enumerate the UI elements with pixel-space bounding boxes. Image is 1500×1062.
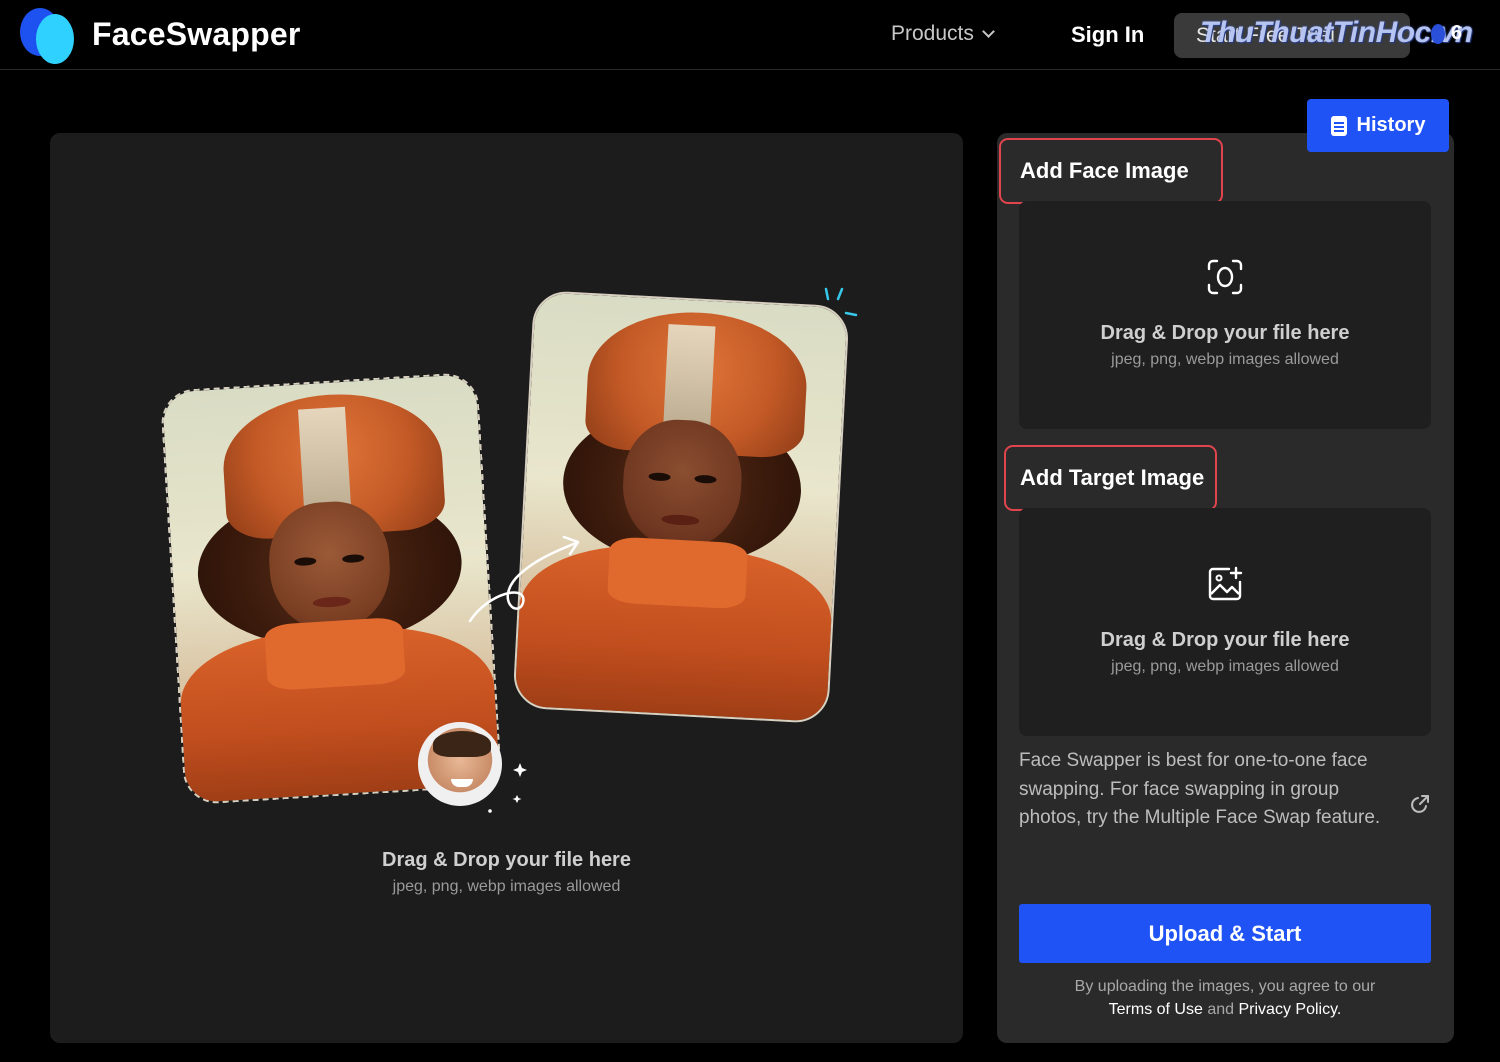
add-image-icon <box>1208 566 1243 601</box>
add-target-image-heading: Add Target Image <box>1004 445 1217 511</box>
add-face-image-heading: Add Face Image <box>999 138 1223 204</box>
terms-of-use-link[interactable]: Terms of Use <box>1109 1001 1203 1018</box>
terms-and: and <box>1207 1001 1235 1018</box>
face-drop-subtitle: jpeg, png, webp images allowed <box>1111 351 1339 368</box>
credit-coin-icon <box>1431 23 1445 44</box>
history-icon <box>1330 115 1347 136</box>
face-image-dropzone[interactable]: Drag & Drop your file here jpeg, png, we… <box>1019 201 1431 429</box>
products-label: Products <box>891 22 974 45</box>
main-drop-subtitle: jpeg, png, webp images allowed <box>392 878 621 895</box>
chevron-down-icon <box>982 25 995 38</box>
sparkle-lines-icon <box>824 287 858 317</box>
sign-in-link[interactable]: Sign In <box>1071 22 1144 48</box>
external-link-icon[interactable] <box>1410 793 1431 814</box>
sparkle-stars-icon <box>488 763 527 813</box>
terms-prefix: By uploading the images, you agree to ou… <box>1074 978 1376 995</box>
face-scan-icon <box>1207 259 1243 295</box>
credit-counter[interactable]: 6 <box>1431 22 1462 45</box>
face-drop-title: Drag & Drop your file here <box>1100 322 1350 344</box>
credit-count: 6 <box>1451 22 1463 44</box>
swapped-photo-card <box>512 290 850 724</box>
top-navbar: FaceSwapper Products Sign In Start Free … <box>0 0 1500 70</box>
target-drop-title: Drag & Drop your file here <box>1100 629 1350 651</box>
products-menu[interactable]: Products <box>891 22 995 46</box>
target-image-dropzone[interactable]: Drag & Drop your file here jpeg, png, we… <box>1019 508 1431 736</box>
upload-start-button[interactable]: Upload & Start <box>1019 904 1431 963</box>
swap-arrow-icon <box>468 535 580 623</box>
terms-notice: By uploading the images, you agree to ou… <box>1019 975 1431 1021</box>
multi-face-info-text: Face Swapper is best for one-to-one face… <box>1019 750 1381 828</box>
main-drop-area[interactable]: Drag & Drop your file here jpeg, png, we… <box>50 133 963 1043</box>
history-button[interactable]: History <box>1307 99 1449 152</box>
privacy-policy-link[interactable]: Privacy Policy. <box>1239 1001 1342 1018</box>
swapped-photo <box>514 292 848 722</box>
logo-cyan-circle <box>36 14 74 64</box>
brand-name[interactable]: FaceSwapper <box>92 16 301 53</box>
history-label: History <box>1356 114 1426 136</box>
faceswapper-logo-icon[interactable] <box>20 8 76 64</box>
target-drop-subtitle: jpeg, png, webp images allowed <box>1111 658 1339 675</box>
main-drop-title: Drag & Drop your file here <box>382 849 631 871</box>
